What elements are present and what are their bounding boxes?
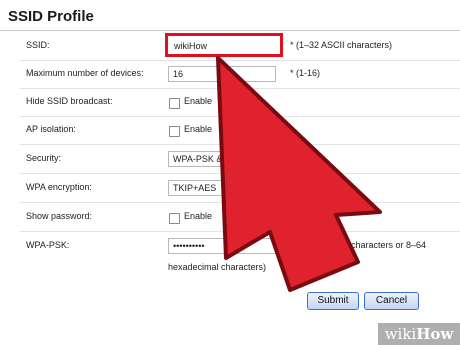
red-arrow-icon	[216, 56, 382, 292]
watermark-brand: How	[416, 325, 454, 343]
wikihow-watermark: wikiHow	[378, 323, 460, 345]
watermark-prefix: wiki	[384, 325, 417, 343]
